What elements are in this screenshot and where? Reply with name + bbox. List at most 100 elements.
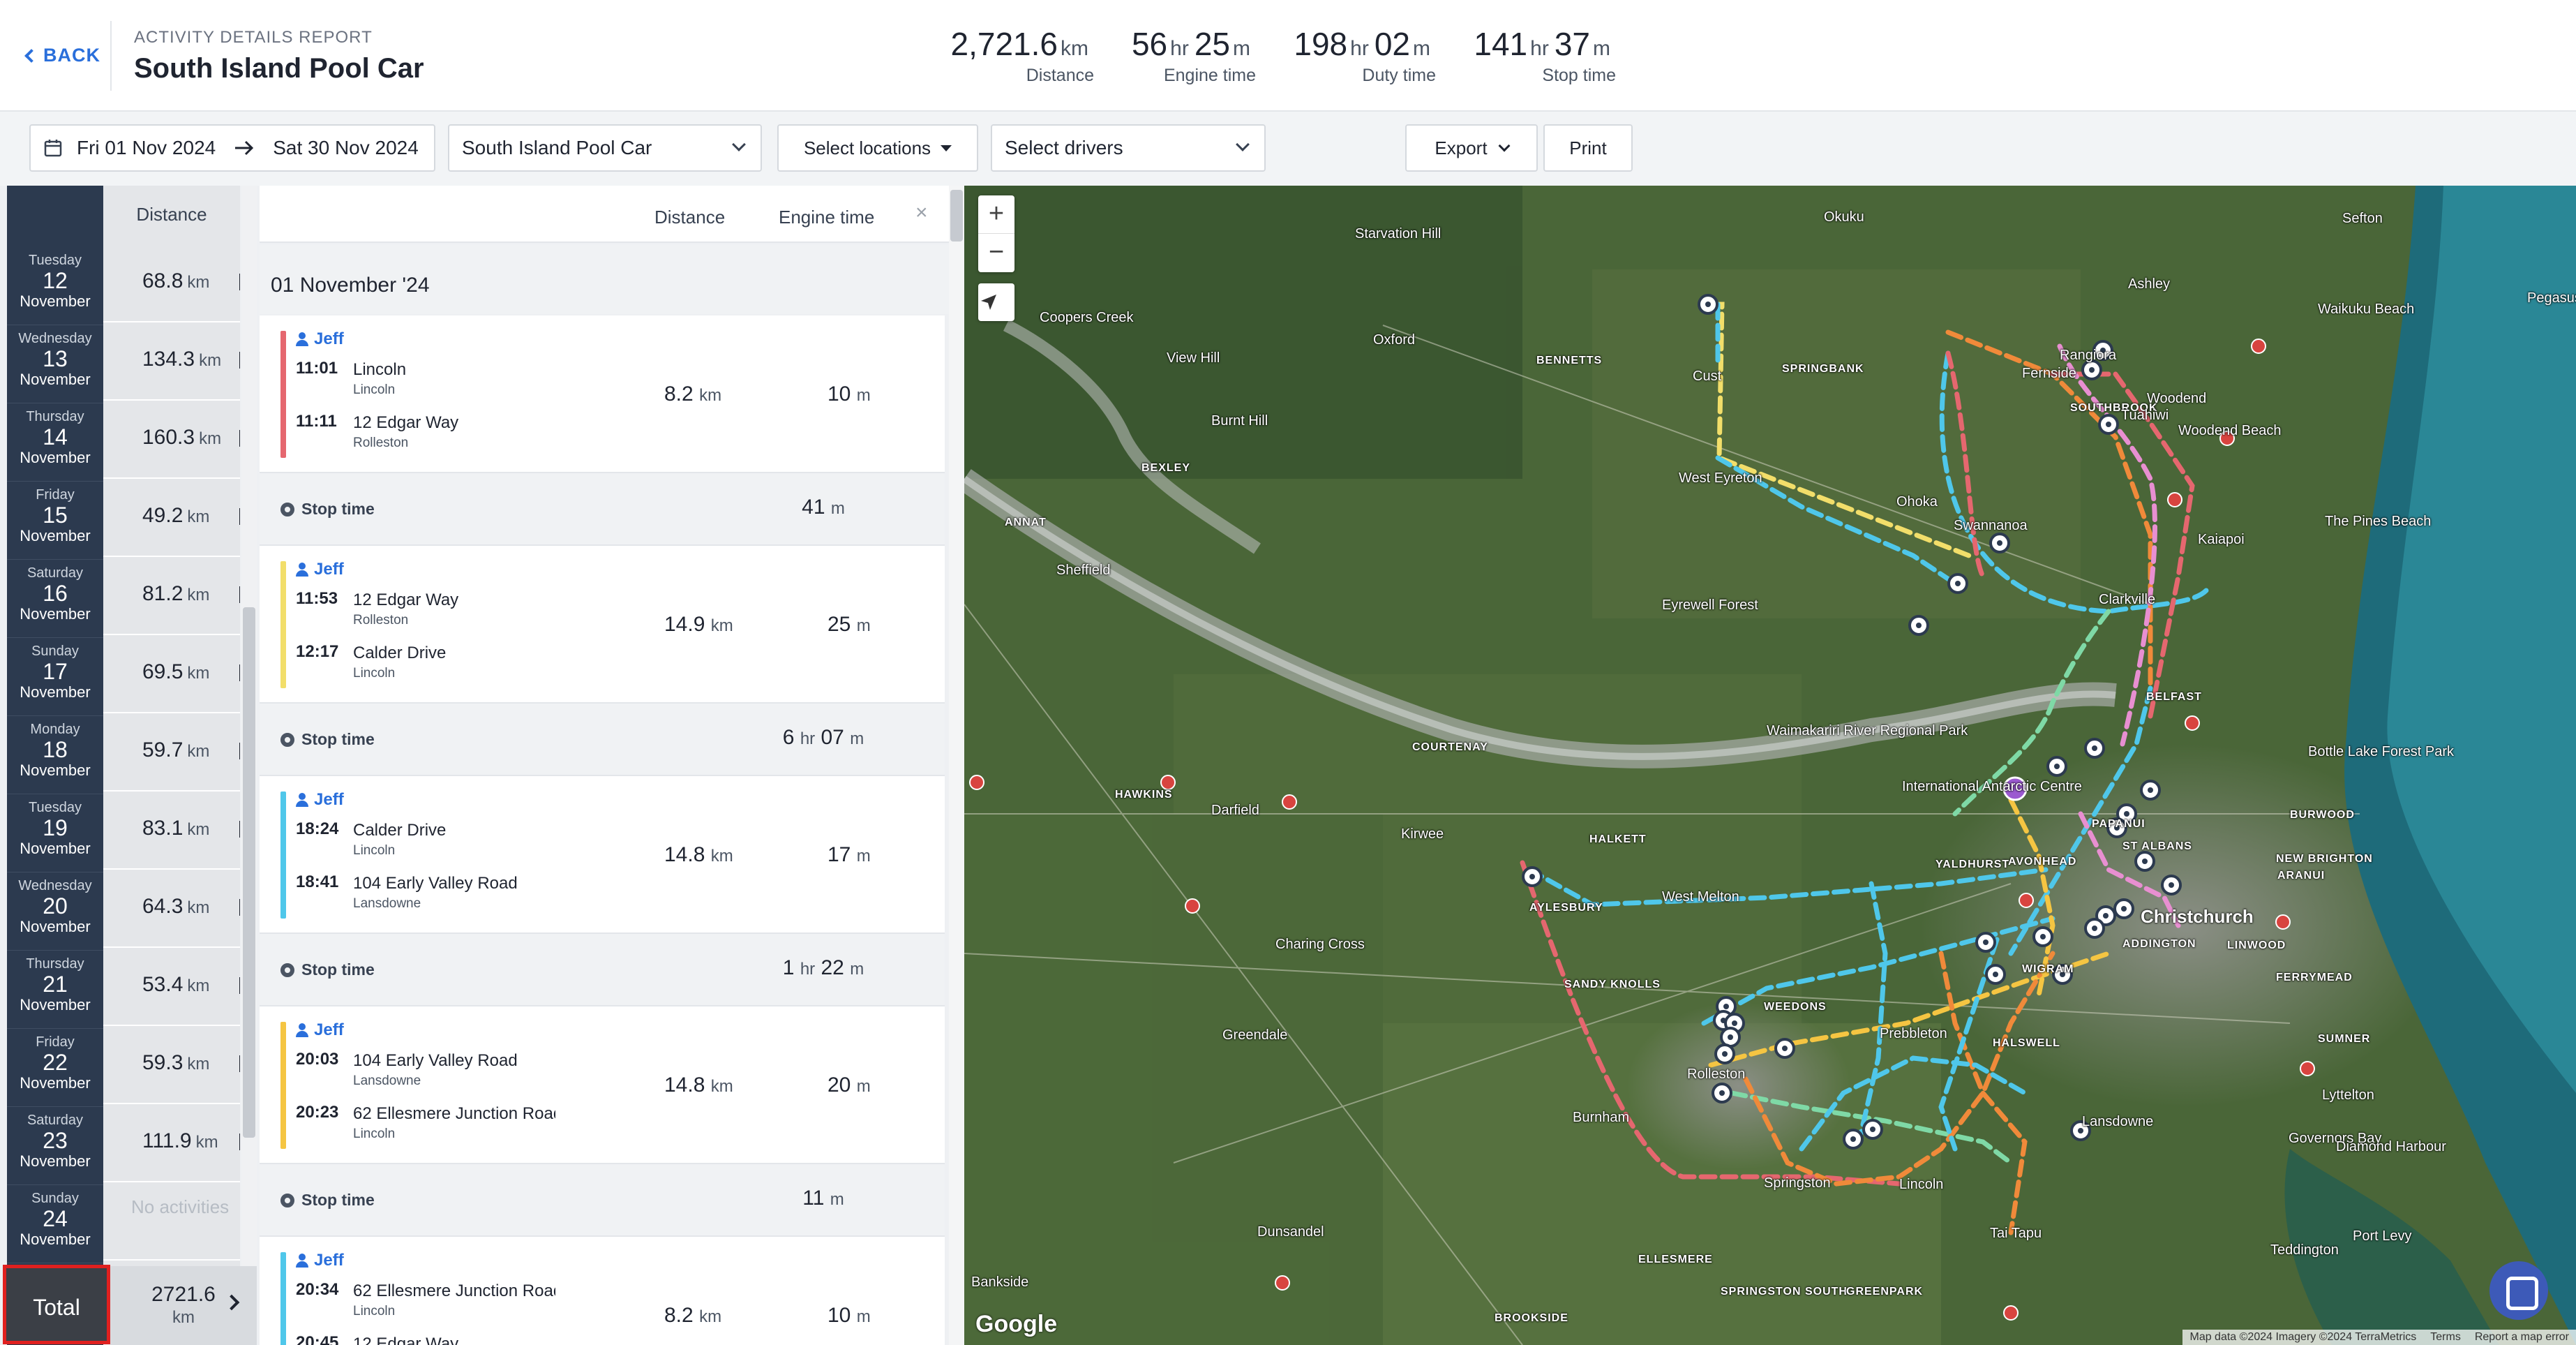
map-place-label: ADDINGTON <box>2122 938 2196 950</box>
map-place-label: Pegasus Bay <box>2527 290 2576 306</box>
print-button[interactable]: Print <box>1543 124 1633 172</box>
day-cell[interactable]: Wednesday 20 November <box>7 872 103 951</box>
total-distance[interactable]: 2721.6 km <box>110 1266 257 1345</box>
driver-link[interactable]: Jeff <box>296 329 344 349</box>
day-distance-row[interactable]: 59.7 km <box>103 713 240 792</box>
stop-marker-dot <box>2092 745 2097 751</box>
weekday-label: Sunday <box>31 1191 79 1206</box>
date-range-picker[interactable]: Fri 01 Nov 2024 Sat 30 Nov 2024 <box>29 124 435 172</box>
detail-scrollbar[interactable] <box>949 186 964 1345</box>
trip-row[interactable]: Jeff 20:34 62 Ellesmere Junction Road Linco… <box>260 1237 945 1345</box>
map-place-label: BENNETTS <box>1536 355 1603 366</box>
day-cell[interactable]: Saturday 23 November <box>7 1107 103 1185</box>
day-distance-row[interactable]: 64.3 km <box>103 870 240 948</box>
weekday-label: Friday <box>36 1034 75 1050</box>
day-cell[interactable]: Wednesday 13 November <box>7 325 103 403</box>
day-number: 18 <box>43 737 68 762</box>
trip-row[interactable]: Jeff 18:24 Calder Drive Lincoln 18:41 104 Ear… <box>260 776 945 934</box>
day-distance-value: 64.3 <box>142 895 184 918</box>
stop-marker-dot <box>2124 811 2129 817</box>
end-time: 11:11 <box>296 412 337 431</box>
driver-link[interactable]: Jeff <box>296 1020 344 1040</box>
end-time: 12:17 <box>296 642 339 661</box>
day-distance-row[interactable]: 111.9 km <box>103 1104 240 1182</box>
map-place-label: Lansdowne <box>2082 1114 2154 1129</box>
total-button[interactable]: Total <box>3 1265 110 1344</box>
zoom-out-button[interactable]: − <box>978 233 1014 271</box>
day-cell[interactable]: Friday 22 November <box>7 1029 103 1107</box>
map-view[interactable]: Okuku Sefton Starvation Hill Ashley Waikuku … <box>964 186 2576 1345</box>
trip-engine-time: 25 m <box>828 613 871 636</box>
stop-row: Stop time 11 m <box>260 1164 945 1237</box>
zoom-in-button[interactable]: + <box>978 195 1014 233</box>
day-number: 19 <box>43 815 68 840</box>
day-cell[interactable]: Tuesday 19 November <box>7 794 103 872</box>
day-number: 21 <box>43 972 68 997</box>
day-distance-row[interactable]: No activities <box>103 1182 240 1261</box>
day-cell[interactable]: Saturday 16 November <box>7 560 103 638</box>
day-cell[interactable]: Thursday 21 November <box>7 951 103 1029</box>
vehicle-select-value: South Island Pool Car <box>462 137 652 158</box>
trip-detail-panel: Distance Engine time × 01 November '24 J… <box>260 186 964 1345</box>
day-distance-row[interactable]: 59.3 km <box>103 1026 240 1104</box>
trip-row[interactable]: Jeff 11:53 12 Edgar Way Rolleston 12:17 Calde… <box>260 546 945 704</box>
day-cell[interactable]: Sunday 24 November <box>7 1185 103 1263</box>
trip-row[interactable]: Jeff 20:03 104 Early Valley Road Lansdowne 2… <box>260 1006 945 1164</box>
vehicle-select[interactable]: South Island Pool Car <box>448 124 762 172</box>
weekday-label: Sunday <box>31 644 79 659</box>
zoom-control[interactable]: + − <box>978 195 1014 272</box>
driver-link[interactable]: Jeff <box>296 560 344 579</box>
day-list-scroll-thumb[interactable] <box>243 607 255 1138</box>
day-distance-row[interactable]: 134.3 km <box>103 322 240 401</box>
day-distance-row[interactable]: 83.1 km <box>103 792 240 870</box>
trip-distance: 8.2 km <box>664 1304 722 1327</box>
month-label: November <box>20 605 91 623</box>
date-heading: 01 November '24 <box>260 244 950 314</box>
day-cell[interactable]: Sunday 17 November <box>7 638 103 716</box>
map-place-label: Starvation Hill <box>1355 226 1441 241</box>
day-distance-row[interactable]: 81.2 km <box>103 557 240 635</box>
start-time: 20:03 <box>296 1050 339 1069</box>
day-distance-row[interactable]: 160.3 km <box>103 401 240 479</box>
map-place-label: Waimakariri River Regional Park <box>1767 723 1968 738</box>
locations-select[interactable]: Select locations <box>777 124 978 172</box>
map-place-label: Dunsandel <box>1257 1224 1324 1240</box>
day-number: 12 <box>43 268 68 293</box>
detail-scroll-thumb[interactable] <box>950 190 963 241</box>
locate-button[interactable] <box>978 283 1014 321</box>
stop-row: Stop time 41 m <box>260 473 945 546</box>
day-cell[interactable]: Tuesday 12 November <box>7 247 103 325</box>
trip-color-bar <box>280 1022 286 1149</box>
driver-link[interactable]: Jeff <box>296 790 344 810</box>
day-cell[interactable]: Monday 18 November <box>7 716 103 794</box>
back-button[interactable]: BACK <box>24 45 100 66</box>
page-title: South Island Pool Car <box>134 53 424 84</box>
trip-row[interactable]: Jeff 11:01 Lincoln Lincoln 11:11 12 Edgar Way… <box>260 315 945 473</box>
date-to[interactable]: Sat 30 Nov 2024 <box>273 137 419 159</box>
day-number: 14 <box>43 424 68 449</box>
map-place-label: ARANUI <box>2277 870 2326 882</box>
close-icon[interactable]: × <box>915 201 928 225</box>
day-distance-row[interactable]: 69.5 km <box>103 635 240 713</box>
date-from[interactable]: Fri 01 Nov 2024 <box>77 137 216 159</box>
stat-duty-time: 198 hr 02 m Duty time <box>1294 26 1436 85</box>
drivers-select[interactable]: Select drivers <box>991 124 1266 172</box>
detail-header: Distance Engine time × <box>260 186 950 243</box>
day-cell[interactable]: Friday 15 November <box>7 482 103 560</box>
day-distance-value: 134.3 <box>142 348 195 371</box>
stop-marker-dot <box>1850 1136 1856 1142</box>
day-distance-row[interactable]: 53.4 km <box>103 948 240 1026</box>
export-button[interactable]: Export <box>1405 124 1538 172</box>
report-error-link[interactable]: Report a map error <box>2475 1331 2569 1344</box>
drivers-select-label: Select drivers <box>1005 137 1123 158</box>
day-distance-row[interactable]: 49.2 km <box>103 479 240 557</box>
terms-link[interactable]: Terms <box>2430 1331 2461 1344</box>
chat-launcher-button[interactable] <box>2489 1261 2548 1320</box>
day-distance-value: 69.5 <box>142 660 184 683</box>
driver-link[interactable]: Jeff <box>296 1251 344 1270</box>
day-distance-row[interactable]: 68.8 km <box>103 244 240 322</box>
end-time: 18:41 <box>296 872 339 891</box>
map-place-label: Greendale <box>1222 1027 1288 1043</box>
day-cell[interactable]: Thursday 14 November <box>7 403 103 482</box>
chevron-right-icon <box>234 1055 240 1072</box>
